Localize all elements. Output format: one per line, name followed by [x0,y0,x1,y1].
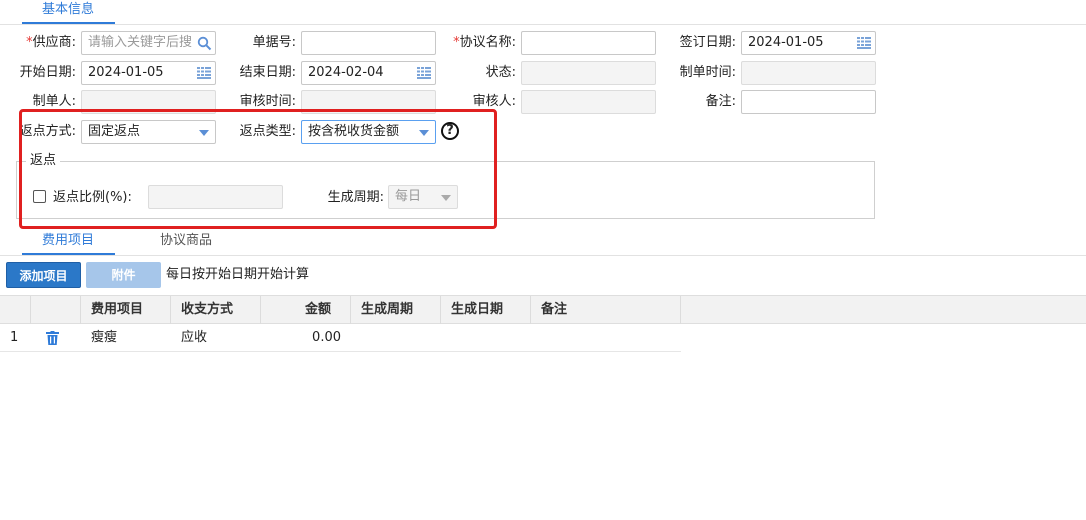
trash-icon[interactable] [46,331,59,345]
end-date-label: 结束日期: [239,65,296,80]
supplier-input[interactable]: 请输入关键字后搜 [81,31,216,55]
sign-date-label: 签订日期: [679,35,736,50]
cell-payment[interactable]: 应收 [181,325,207,351]
column-header-cycle[interactable]: 生成周期 [361,295,413,324]
row-divider [0,351,681,352]
toolbar-note: 每日按开始日期开始计算 [166,267,310,282]
column-divider [170,296,171,324]
status-label: 状态: [485,65,516,80]
column-divider [680,296,681,324]
column-divider [350,296,351,324]
sign-date-input[interactable]: 2024-01-05 [741,31,876,55]
column-divider [30,296,31,324]
start-date-value: 2024-01-05 [88,65,164,80]
remark-label: 备注: [705,94,736,109]
tab-divider [0,24,1086,25]
create-time-label: 制单时间: [679,65,736,80]
supplier-label: *供应商: [26,35,76,50]
doc-no-label: 单据号: [252,35,296,50]
tab-fee-items[interactable]: 费用项目 [22,231,114,253]
tab-agreement-goods[interactable]: 协议商品 [140,231,232,253]
calendar-icon[interactable] [417,67,431,79]
search-icon[interactable] [197,36,212,51]
add-item-button[interactable]: 添加项目 [6,262,81,288]
row-index: 1 [10,330,19,345]
start-date-input[interactable]: 2024-01-05 [81,61,216,85]
supplier-placeholder: 请输入关键字后搜 [88,35,193,50]
column-divider [530,296,531,324]
cell-amount[interactable]: 0.00 [260,325,341,351]
tab-divider [0,255,1086,256]
end-date-input[interactable]: 2024-02-04 [301,61,436,85]
doc-no-input[interactable] [301,31,436,55]
column-header-remark[interactable]: 备注 [541,295,567,324]
column-divider [440,296,441,324]
column-divider [80,296,81,324]
remark-input[interactable] [741,90,876,114]
column-header-date[interactable]: 生成日期 [451,295,503,324]
tab-basic-info[interactable]: 基本信息 [22,0,114,24]
column-header-amount[interactable]: 金额 [260,295,331,324]
calendar-icon[interactable] [197,67,211,79]
end-date-value: 2024-02-04 [308,65,384,80]
agreement-name-input[interactable] [521,31,656,55]
column-header-fee-item[interactable]: 费用项目 [91,295,143,324]
highlight-box [19,109,497,229]
auditor-field [521,90,656,114]
agreement-name-label: *协议名称: [453,35,516,50]
status-field [521,61,656,85]
start-date-label: 开始日期: [19,65,76,80]
calendar-icon[interactable] [857,37,871,49]
sign-date-value: 2024-01-05 [748,35,824,50]
column-header-payment[interactable]: 收支方式 [181,295,233,324]
create-time-field [741,61,876,85]
attachment-button[interactable]: 附件 [86,262,161,288]
cell-fee-item[interactable]: 瘦瘦 [91,325,117,351]
